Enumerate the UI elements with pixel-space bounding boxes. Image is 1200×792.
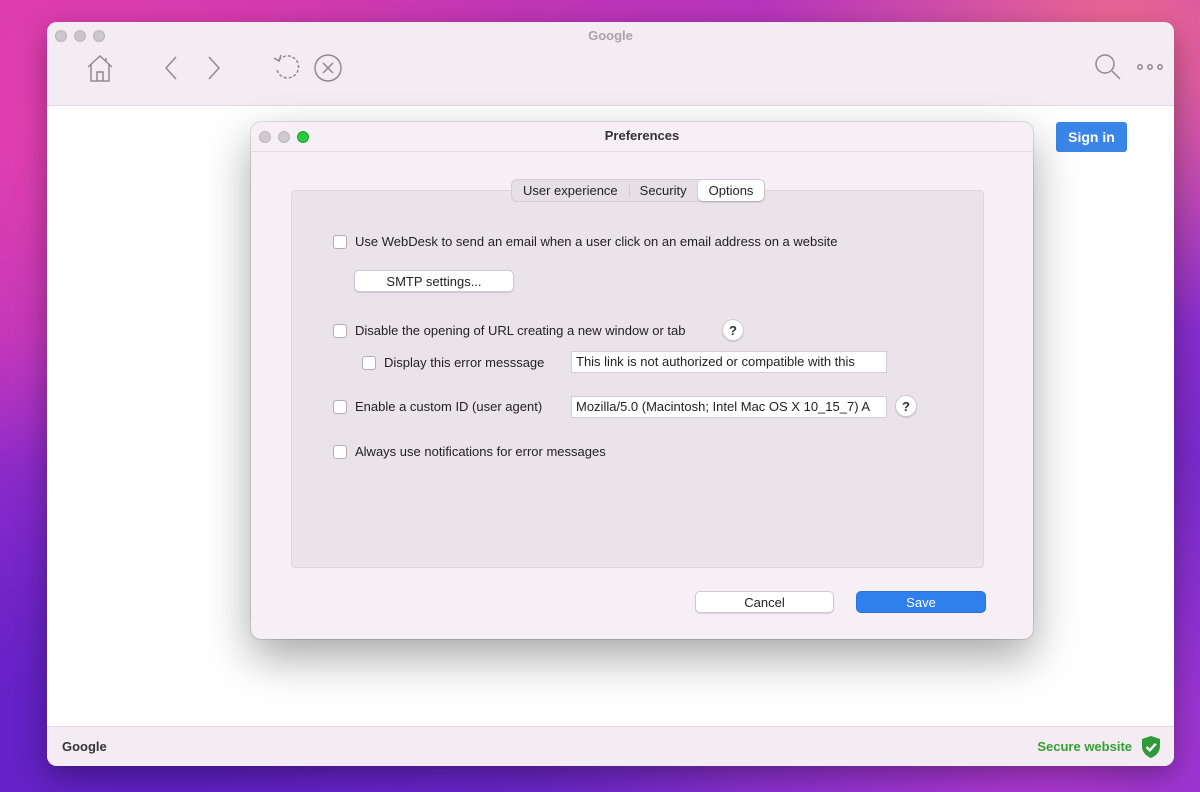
display-error-label: Display this error messsage (384, 355, 545, 370)
smtp-settings-button[interactable]: SMTP settings... (354, 270, 514, 292)
tab-user-experience[interactable]: User experience (512, 180, 629, 201)
back-icon[interactable] (163, 55, 179, 81)
custom-id-help-button[interactable]: ? (895, 395, 917, 417)
webdesk-email-label: Use WebDesk to send an email when a user… (355, 234, 838, 249)
forward-icon[interactable] (206, 55, 222, 81)
tab-security[interactable]: Security (628, 180, 698, 201)
window-title: Google (588, 28, 633, 43)
tab-bar: User experience Security Options (511, 179, 766, 202)
disable-url-label: Disable the opening of URL creating a ne… (355, 323, 686, 338)
user-agent-field[interactable]: Mozilla/5.0 (Macintosh; Intel Mac OS X 1… (571, 396, 887, 418)
dialog-title: Preferences (251, 122, 1033, 152)
home-icon[interactable] (85, 52, 115, 84)
disable-url-help-button[interactable]: ? (722, 319, 744, 341)
stop-icon[interactable] (313, 53, 343, 83)
notifications-checkbox[interactable] (333, 444, 347, 459)
sign-in-button[interactable]: Sign in (1056, 122, 1127, 152)
disable-url-checkbox[interactable] (333, 323, 347, 338)
dialog-window-controls (259, 131, 309, 143)
cancel-button[interactable]: Cancel (695, 591, 834, 613)
secure-status-label: Secure website (1037, 739, 1132, 754)
reload-icon[interactable] (271, 52, 303, 82)
browser-toolbar: Google (47, 22, 1174, 106)
error-message-field[interactable]: This link is not authorized or compatibl… (571, 351, 887, 373)
preferences-dialog: Preferences User experience Security Opt… (251, 122, 1033, 639)
custom-id-checkbox[interactable] (333, 399, 347, 414)
save-button[interactable]: Save (856, 591, 986, 613)
display-error-checkbox[interactable] (362, 355, 376, 370)
dialog-minimize-button[interactable] (278, 131, 290, 143)
webdesk-email-checkbox[interactable] (333, 234, 347, 249)
shield-check-icon (1140, 735, 1162, 764)
more-icon[interactable] (1136, 62, 1164, 72)
dialog-close-button[interactable] (259, 131, 271, 143)
status-site-name: Google (62, 739, 107, 754)
dialog-zoom-button[interactable] (297, 131, 309, 143)
custom-id-label: Enable a custom ID (user agent) (355, 399, 543, 414)
display-error-option: Display this error messsage (362, 355, 544, 370)
custom-id-option: Enable a custom ID (user agent) (333, 399, 542, 414)
webdesk-email-option: Use WebDesk to send an email when a user… (333, 234, 837, 249)
disable-url-option: Disable the opening of URL creating a ne… (333, 323, 686, 338)
notifications-label: Always use notifications for error messa… (355, 444, 606, 459)
status-bar: Google Secure website (47, 726, 1174, 766)
search-icon[interactable] (1094, 53, 1122, 81)
notifications-option: Always use notifications for error messa… (333, 444, 606, 459)
tab-options[interactable]: Options (697, 180, 765, 201)
